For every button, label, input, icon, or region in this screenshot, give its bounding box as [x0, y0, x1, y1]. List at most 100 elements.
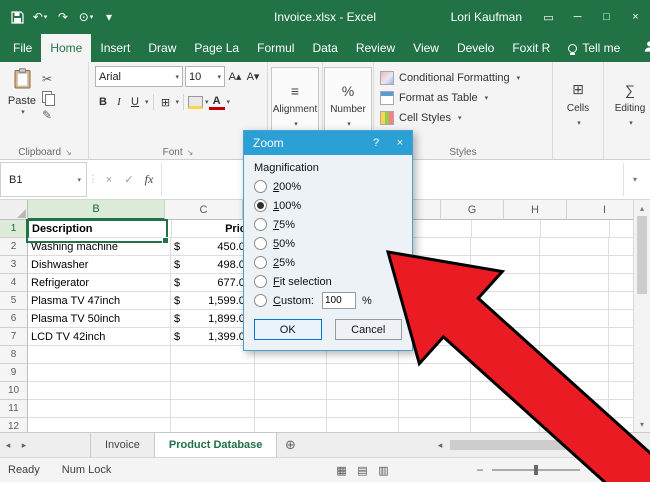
cell-H8[interactable] — [540, 346, 609, 364]
row-header-12[interactable]: 12 — [0, 418, 28, 432]
italic-button[interactable]: I — [111, 93, 127, 111]
cell-B1[interactable]: Description — [29, 220, 172, 238]
touch-mode-button[interactable]: ⊙ ▾ — [76, 6, 96, 28]
cell-I12[interactable] — [609, 418, 633, 432]
cell-D10[interactable] — [255, 382, 327, 400]
cell-B6[interactable]: Plasma TV 50inch — [28, 310, 171, 328]
ribbon-tab-file[interactable]: File — [4, 34, 41, 62]
redo-icon[interactable]: ↷ — [53, 6, 73, 28]
cell-H4[interactable] — [540, 274, 609, 292]
undo-button[interactable]: ↶ ▾ — [30, 6, 50, 28]
cancel-button[interactable]: Cancel — [334, 319, 402, 340]
horizontal-scroll-track[interactable] — [448, 433, 631, 457]
ribbon-tab-formul[interactable]: Formul — [248, 34, 303, 62]
vertical-scroll-thumb[interactable] — [637, 216, 647, 294]
radio-custom[interactable] — [254, 294, 267, 307]
touch-mode-dropdown-icon[interactable]: ▾ — [90, 13, 94, 21]
cell-G2[interactable] — [471, 238, 540, 256]
cell-B11[interactable] — [28, 400, 171, 418]
cell-E11[interactable] — [327, 400, 399, 418]
ribbon-display-options-icon[interactable]: ▭ — [534, 0, 563, 34]
cell-C12[interactable] — [171, 418, 255, 432]
increase-font-size-icon[interactable]: A▴ — [227, 68, 243, 86]
cell-I5[interactable] — [609, 292, 633, 310]
cell-H6[interactable] — [540, 310, 609, 328]
page-layout-view-icon[interactable]: ▤ — [352, 460, 373, 480]
font-color-dropdown-icon[interactable]: ▾ — [227, 98, 231, 106]
customize-qat-icon[interactable]: ▾ — [99, 6, 119, 28]
row-header-8[interactable]: 8 — [0, 346, 28, 364]
ribbon-tab-review[interactable]: Review — [347, 34, 404, 62]
cell-H12[interactable] — [540, 418, 609, 432]
vertical-scrollbar[interactable]: ▴ ▾ — [633, 200, 650, 432]
cancel-formula-icon[interactable]: × — [99, 163, 119, 196]
underline-dropdown-icon[interactable]: ▾ — [145, 98, 149, 106]
row-header-4[interactable]: 4 — [0, 274, 28, 292]
scroll-up-icon[interactable]: ▴ — [634, 202, 650, 214]
column-header-c[interactable]: C — [165, 200, 243, 220]
ribbon-tab-draw[interactable]: Draw — [139, 34, 185, 62]
horizontal-scroll-thumb[interactable] — [450, 440, 600, 450]
zoom-option-custom[interactable]: Custom:% — [254, 291, 402, 310]
cell-G4[interactable] — [471, 274, 540, 292]
cell-G11[interactable] — [471, 400, 540, 418]
name-box[interactable]: B1 ▾ — [0, 162, 87, 197]
cell-I10[interactable] — [609, 382, 633, 400]
column-header-i[interactable]: I — [567, 200, 633, 220]
zoom-option-200[interactable]: 200% — [254, 177, 402, 196]
cell-F10[interactable] — [399, 382, 471, 400]
column-header-b[interactable]: B — [28, 200, 165, 220]
ribbon-tab-develo[interactable]: Develo — [448, 34, 503, 62]
normal-view-icon[interactable]: ▦ — [331, 460, 352, 480]
zoom-dialog-titlebar[interactable]: Zoom ? × — [244, 131, 412, 155]
insert-function-icon[interactable]: fx — [139, 163, 159, 196]
cell-I7[interactable] — [609, 328, 633, 346]
ribbon-tab-data[interactable]: Data — [303, 34, 346, 62]
conditional-formatting-button[interactable]: Conditional Formatting ▾ — [380, 68, 552, 88]
underline-button[interactable]: U — [127, 93, 143, 111]
cell-F9[interactable] — [399, 364, 471, 382]
editing-button[interactable]: ∑ Editing ▾ — [607, 67, 650, 141]
zoom-option-50[interactable]: 50% — [254, 234, 402, 253]
radio-fit-selection[interactable] — [254, 275, 267, 288]
row-header-3[interactable]: 3 — [0, 256, 28, 274]
cell-B7[interactable]: LCD TV 42inch — [28, 328, 171, 346]
close-icon[interactable]: × — [621, 0, 650, 34]
cell-I1[interactable] — [610, 220, 633, 238]
radio-50[interactable] — [254, 237, 267, 250]
scroll-left-icon[interactable]: ◂ — [432, 440, 448, 451]
cell-B2[interactable]: Washing machine — [28, 238, 171, 256]
user-name[interactable]: Lori Kaufman — [451, 10, 522, 24]
cell-D9[interactable] — [255, 364, 327, 382]
zoom-option-75[interactable]: 75% — [254, 215, 402, 234]
row-header-9[interactable]: 9 — [0, 364, 28, 382]
new-sheet-button[interactable]: ⊕ — [277, 433, 303, 457]
fill-color-icon[interactable] — [188, 95, 204, 109]
cell-C11[interactable] — [171, 400, 255, 418]
ribbon-tab-view[interactable]: View — [404, 34, 448, 62]
paste-button[interactable]: Paste ▾ — [2, 65, 42, 159]
cell-G12[interactable] — [471, 418, 540, 432]
cell-G3[interactable] — [471, 256, 540, 274]
page-break-view-icon[interactable]: ▥ — [373, 460, 394, 480]
row-header-2[interactable]: 2 — [0, 238, 28, 256]
cells-button[interactable]: ⊞ Cells ▾ — [555, 67, 601, 141]
cell-H1[interactable] — [541, 220, 610, 238]
cell-H2[interactable] — [540, 238, 609, 256]
enter-formula-icon[interactable]: ✓ — [119, 163, 139, 196]
cell-I6[interactable] — [609, 310, 633, 328]
font-family-combo[interactable]: Arial ▾ — [95, 66, 183, 87]
decrease-font-size-icon[interactable]: A▾ — [245, 68, 261, 86]
maximize-icon[interactable]: □ — [592, 0, 621, 34]
cell-I8[interactable] — [609, 346, 633, 364]
cell-E12[interactable] — [327, 418, 399, 432]
ribbon-tab-page-la[interactable]: Page La — [185, 34, 248, 62]
cell-D12[interactable] — [255, 418, 327, 432]
cell-G10[interactable] — [471, 382, 540, 400]
radio-100[interactable] — [254, 199, 267, 212]
zoom-in-icon[interactable]: + — [584, 463, 600, 477]
ok-button[interactable]: OK — [254, 319, 322, 340]
paste-dropdown-icon[interactable]: ▾ — [21, 108, 25, 116]
select-all-button[interactable] — [0, 200, 28, 220]
scroll-right-icon[interactable]: ▸ — [631, 440, 647, 451]
